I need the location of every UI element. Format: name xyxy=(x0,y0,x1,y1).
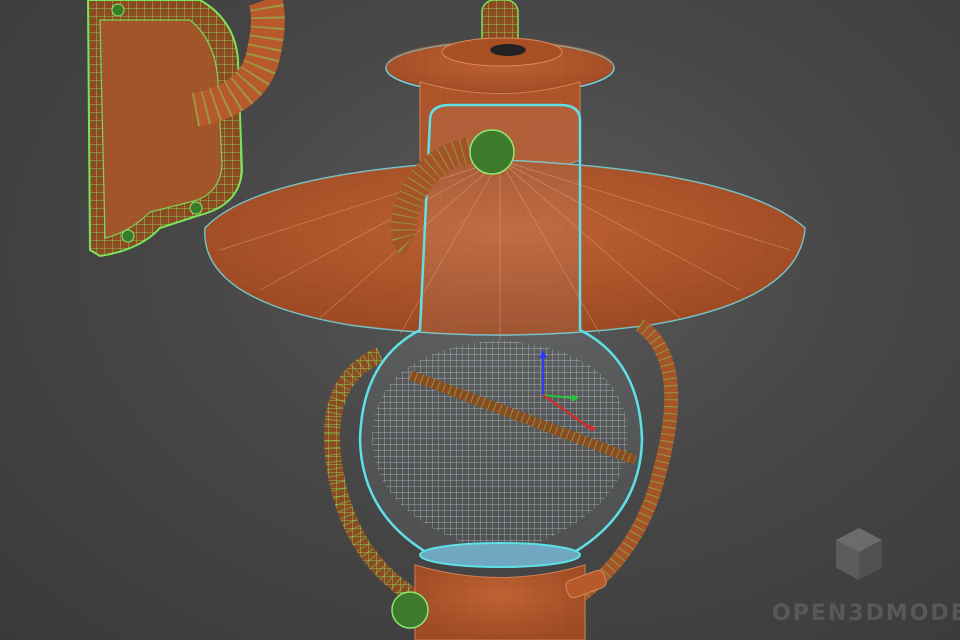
watermark: OPEN3DMODEL xyxy=(772,526,960,626)
3d-viewport[interactable]: OPEN3DMODEL xyxy=(0,0,960,640)
cube-logo-icon xyxy=(836,528,882,580)
lantern-base xyxy=(391,564,607,640)
watermark-text: OPEN3DMODEL xyxy=(772,601,960,626)
hinge-knob xyxy=(469,129,515,175)
